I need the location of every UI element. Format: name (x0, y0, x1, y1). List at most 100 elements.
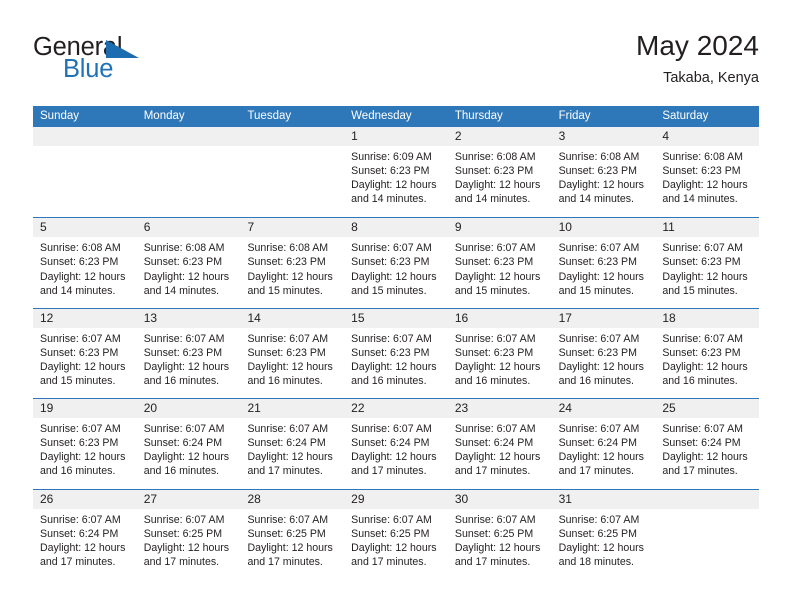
calendar-day-cell[interactable]: 26 Sunrise: 6:07 AM Sunset: 6:24 PM Dayligh… (33, 489, 137, 579)
daylight-line1-text: Daylight: 12 hours (247, 360, 333, 373)
day-details: Sunrise: 6:07 AM Sunset: 6:24 PM Daylight:… (240, 418, 344, 478)
daylight-line2-text: and 18 minutes. (558, 555, 634, 568)
sunrise-text: Sunrise: 6:07 AM (40, 332, 121, 345)
daylight-line2-text: and 17 minutes. (351, 465, 427, 478)
calendar-day-cell[interactable]: 1 Sunrise: 6:09 AM Sunset: 6:23 PM Daylight… (344, 127, 448, 217)
weekday-header-friday: Friday (558, 110, 591, 122)
daylight-line1-text: Daylight: 12 hours (558, 360, 644, 373)
weekday-header-sunday: Sunday (40, 110, 80, 122)
daylight-line1-text: Daylight: 12 hours (454, 179, 541, 192)
sunrise-text: Sunrise: 6:07 AM (351, 423, 432, 436)
calendar-day-cell[interactable]: 9 Sunrise: 6:07 AM Sunset: 6:23 PM Daylight… (447, 218, 552, 307)
day-number: 12 (33, 308, 137, 328)
sunset-text: Sunset: 6:23 PM (247, 346, 326, 359)
daylight-line1-text: Daylight: 12 hours (662, 360, 748, 373)
daylight-line2-text: and 16 minutes. (40, 465, 116, 478)
calendar-day-cell[interactable]: 5 Sunrise: 6:08 AM Sunset: 6:23 PM Daylight… (33, 218, 137, 307)
calendar-day-cell[interactable]: 28 Sunrise: 6:07 AM Sunset: 6:25 PM Dayligh… (240, 489, 345, 579)
calendar-day-cell[interactable]: 8 Sunrise: 6:07 AM Sunset: 6:23 PM Daylight… (344, 218, 448, 307)
sunrise-text: Sunrise: 6:08 AM (40, 242, 121, 255)
calendar-day-cell[interactable]: 23 Sunrise: 6:07 AM Sunset: 6:24 PM Dayligh… (447, 399, 552, 488)
day-number: 14 (240, 308, 345, 328)
calendar-day-cell[interactable]: 14 Sunrise: 6:07 AM Sunset: 6:23 PM Dayligh… (240, 308, 345, 398)
sunrise-text: Sunrise: 6:08 AM (662, 151, 743, 163)
sunrise-text: Sunrise: 6:07 AM (351, 242, 432, 255)
daylight-line1-text: Daylight: 12 hours (143, 360, 230, 373)
sunset-text: Sunset: 6:23 PM (454, 256, 534, 269)
calendar-day-cell[interactable]: 15 Sunrise: 6:07 AM Sunset: 6:23 PM Dayligh… (344, 308, 448, 398)
brand-logo[interactable]: General Blue (33, 33, 293, 91)
title-block: May 2024 Takaba, Kenya (636, 29, 759, 89)
calendar-day-cell[interactable]: 22 Sunrise: 6:07 AM Sunset: 6:24 PM Dayligh… (344, 399, 448, 488)
calendar-day-cell[interactable]: 6 Sunrise: 6:08 AM Sunset: 6:23 PM Daylight… (136, 218, 241, 307)
sunset-text: Sunset: 6:23 PM (662, 165, 741, 178)
calendar-day-cell[interactable]: 4 Sunrise: 6:08 AM Sunset: 6:23 PM Daylight… (655, 127, 760, 217)
sunrise-text: Sunrise: 6:08 AM (454, 151, 536, 163)
calendar-day-cell[interactable]: 29 Sunrise: 6:07 AM Sunset: 6:25 PM Dayligh… (344, 489, 448, 579)
day-details: Sunrise: 6:07 AM Sunset: 6:23 PM Daylight:… (33, 418, 137, 478)
calendar-day-cell[interactable]: 13 Sunrise: 6:07 AM Sunset: 6:23 PM Dayligh… (136, 308, 241, 398)
calendar-day-cell[interactable]: 16 Sunrise: 6:07 AM Sunset: 6:23 PM Dayligh… (447, 308, 552, 398)
day-details: Sunrise: 6:07 AM Sunset: 6:25 PM Daylight:… (552, 509, 656, 569)
sunset-text: Sunset: 6:23 PM (143, 346, 223, 359)
calendar-day-cell[interactable]: 11 Sunrise: 6:07 AM Sunset: 6:23 PM Dayligh… (655, 218, 760, 307)
sunset-text: Sunset: 6:23 PM (40, 346, 119, 359)
day-number: 18 (655, 308, 760, 328)
calendar-day-cell[interactable]: 10 Sunrise: 6:07 AM Sunset: 6:23 PM Dayligh… (551, 218, 656, 307)
daylight-line2-text: and 17 minutes. (351, 555, 427, 568)
day-number: 10 (551, 218, 656, 238)
page-header: General Blue May 2024 Takaba, Kenya (33, 30, 759, 95)
daylight-line2-text: and 16 minutes. (143, 465, 220, 478)
sunset-text: Sunset: 6:23 PM (351, 165, 430, 178)
day-details: Sunrise: 6:08 AM Sunset: 6:23 PM Daylight:… (448, 146, 552, 206)
day-details: Sunrise: 6:09 AM Sunset: 6:23 PM Daylight:… (344, 146, 448, 206)
daylight-line2-text: and 16 minutes. (558, 375, 634, 388)
calendar-page: General Blue May 2024 Takaba, Kenya Sund… (0, 0, 792, 612)
day-number (240, 127, 345, 146)
day-details: Sunrise: 6:07 AM Sunset: 6:23 PM Daylight:… (552, 237, 656, 297)
calendar-cell-empty (33, 127, 137, 217)
daylight-line1-text: Daylight: 12 hours (40, 451, 126, 464)
calendar-day-cell[interactable]: 31 Sunrise: 6:07 AM Sunset: 6:25 PM Dayligh… (551, 489, 656, 579)
calendar-day-cell[interactable]: 20 Sunrise: 6:07 AM Sunset: 6:24 PM Dayligh… (136, 399, 241, 488)
daylight-line2-text: and 15 minutes. (247, 284, 323, 297)
day-details: Sunrise: 6:07 AM Sunset: 6:24 PM Daylight:… (448, 418, 552, 478)
calendar-day-cell[interactable]: 12 Sunrise: 6:07 AM Sunset: 6:23 PM Dayligh… (33, 308, 137, 398)
daylight-line2-text: and 15 minutes. (558, 284, 634, 297)
calendar-day-cell[interactable]: 3 Sunrise: 6:08 AM Sunset: 6:23 PM Daylight… (551, 127, 656, 217)
daylight-line2-text: and 16 minutes. (662, 375, 738, 388)
sunrise-text: Sunrise: 6:07 AM (351, 513, 432, 526)
daylight-line2-text: and 17 minutes. (558, 465, 634, 478)
day-details: Sunrise: 6:07 AM Sunset: 6:23 PM Daylight:… (240, 328, 344, 388)
calendar-day-cell[interactable]: 27 Sunrise: 6:07 AM Sunset: 6:25 PM Dayligh… (136, 489, 241, 579)
daylight-line2-text: and 14 minutes. (454, 193, 531, 206)
day-details: Sunrise: 6:07 AM Sunset: 6:23 PM Daylight:… (137, 328, 241, 388)
day-number: 27 (136, 489, 241, 509)
daylight-line2-text: and 14 minutes. (558, 193, 634, 206)
day-details: Sunrise: 6:07 AM Sunset: 6:23 PM Daylight:… (552, 328, 656, 388)
calendar-day-cell[interactable]: 24 Sunrise: 6:07 AM Sunset: 6:24 PM Dayligh… (551, 399, 656, 488)
calendar-cell-empty (240, 127, 345, 217)
sunrise-text: Sunrise: 6:07 AM (247, 423, 329, 436)
sunrise-text: Sunrise: 6:07 AM (558, 332, 640, 345)
daylight-line2-text: and 17 minutes. (247, 465, 323, 478)
sunset-text: Sunset: 6:23 PM (558, 256, 637, 269)
daylight-line2-text: and 17 minutes. (143, 555, 220, 568)
daylight-line2-text: and 16 minutes. (247, 375, 323, 388)
calendar-day-cell[interactable]: 17 Sunrise: 6:07 AM Sunset: 6:23 PM Dayligh… (551, 308, 656, 398)
daylight-line1-text: Daylight: 12 hours (558, 541, 644, 554)
sunrise-text: Sunrise: 6:08 AM (558, 151, 640, 163)
daylight-line1-text: Daylight: 12 hours (454, 541, 541, 554)
calendar-day-cell[interactable]: 18 Sunrise: 6:07 AM Sunset: 6:23 PM Dayligh… (655, 308, 760, 398)
calendar-day-cell[interactable]: 2 Sunrise: 6:08 AM Sunset: 6:23 PM Daylight… (447, 127, 552, 217)
sunrise-text: Sunrise: 6:07 AM (454, 513, 536, 526)
daylight-line1-text: Daylight: 12 hours (143, 541, 230, 554)
daylight-line1-text: Daylight: 12 hours (40, 270, 126, 283)
calendar-day-cell[interactable]: 30 Sunrise: 6:07 AM Sunset: 6:25 PM Dayligh… (447, 489, 552, 579)
calendar-day-cell[interactable]: 19 Sunrise: 6:07 AM Sunset: 6:23 PM Dayligh… (33, 399, 137, 488)
calendar-day-cell[interactable]: 25 Sunrise: 6:07 AM Sunset: 6:24 PM Dayligh… (655, 399, 760, 488)
calendar-day-cell[interactable]: 7 Sunrise: 6:08 AM Sunset: 6:23 PM Daylight… (240, 218, 345, 307)
calendar-day-cell[interactable]: 21 Sunrise: 6:07 AM Sunset: 6:24 PM Dayligh… (240, 399, 345, 488)
day-number: 5 (33, 218, 137, 238)
calendar-week-row: 5 Sunrise: 6:08 AM Sunset: 6:23 PM Daylight… (33, 217, 760, 307)
